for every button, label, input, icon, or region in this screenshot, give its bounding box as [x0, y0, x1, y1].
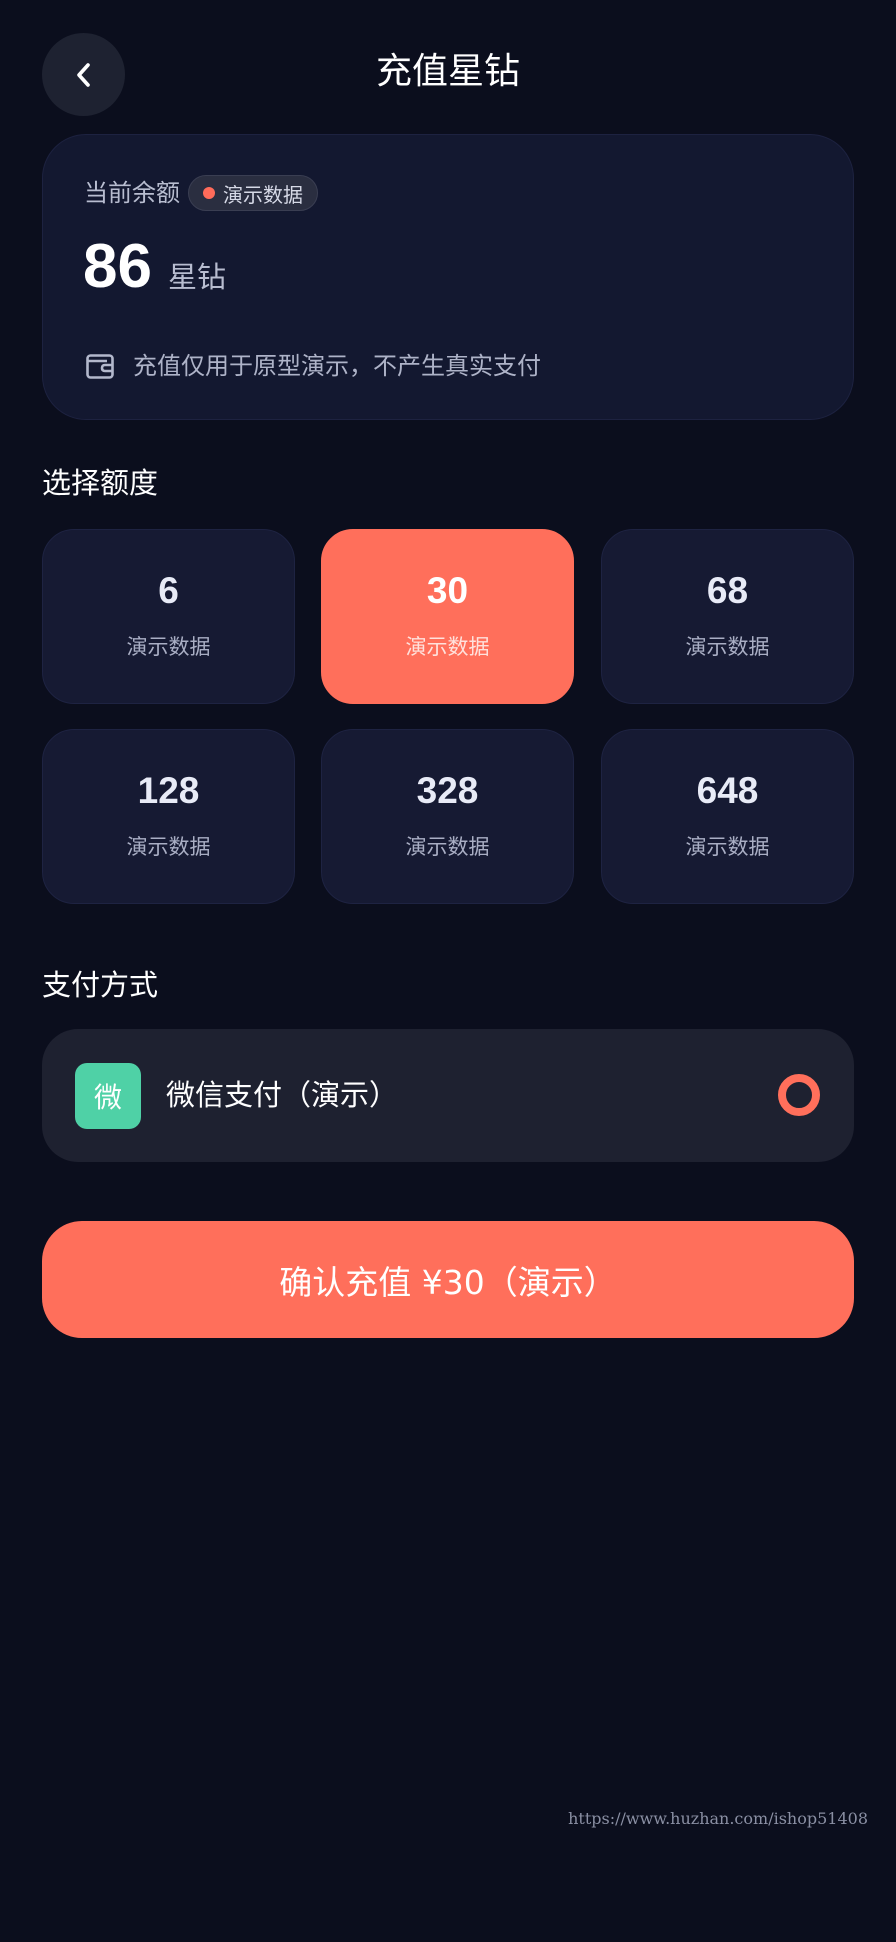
amount-sub: 演示数据	[405, 635, 490, 659]
note-text: 充值仅用于原型演示，不产生真实支付	[133, 352, 541, 380]
balance-value-row: 86 星钻	[83, 227, 226, 307]
confirm-recharge-button[interactable]: 确认充值 ¥30（演示）	[42, 1221, 854, 1338]
balance-label-row: 当前余额 演示数据	[84, 175, 318, 211]
demo-note: 充值仅用于原型演示，不产生真实支付	[85, 348, 541, 384]
amount-value: 68	[706, 570, 749, 611]
amount-value: 6	[158, 570, 179, 611]
amount-sub: 演示数据	[685, 835, 770, 859]
app-header: 充值星钻	[0, 0, 896, 150]
demo-badge-text: 演示数据	[223, 182, 303, 207]
payment-radio-selected[interactable]	[778, 1074, 820, 1116]
amount-option-648[interactable]: 648 演示数据	[601, 729, 854, 904]
demo-data-badge: 演示数据	[188, 175, 318, 211]
balance-unit: 星钻	[167, 260, 226, 294]
amount-option-68[interactable]: 68 演示数据	[601, 529, 854, 704]
page-title: 充值星钻	[375, 51, 520, 92]
wechat-pay-icon: 微	[75, 1063, 141, 1129]
amount-sub: 演示数据	[126, 835, 211, 859]
amount-sub: 演示数据	[126, 635, 211, 659]
amount-option-128[interactable]: 128 演示数据	[42, 729, 295, 904]
amount-value: 128	[137, 770, 200, 811]
payment-method-wechat[interactable]: 微 微信支付（演示）	[42, 1029, 854, 1162]
payment-section-title: 支付方式	[42, 968, 159, 1002]
watermark-url: https://www.huzhan.com/ishop51408	[568, 1809, 868, 1828]
amount-section-title: 选择额度	[42, 466, 159, 500]
amount-value: 30	[426, 570, 469, 611]
amount-value: 328	[416, 770, 479, 811]
balance-value: 86	[83, 232, 152, 301]
amount-sub: 演示数据	[405, 835, 490, 859]
amount-option-30[interactable]: 30 演示数据	[321, 529, 574, 704]
payment-method-label: 微信支付（演示）	[166, 1078, 399, 1112]
balance-label: 当前余额	[84, 179, 180, 207]
amount-sub: 演示数据	[685, 635, 770, 659]
status-dot-icon	[203, 187, 215, 199]
amount-option-328[interactable]: 328 演示数据	[321, 729, 574, 904]
amount-value: 648	[696, 770, 759, 811]
balance-card: 当前余额 演示数据 86 星钻 充值仅用于原型演示，不产生真实支付	[42, 134, 854, 420]
amount-option-6[interactable]: 6 演示数据	[42, 529, 295, 704]
wallet-icon	[86, 354, 114, 379]
